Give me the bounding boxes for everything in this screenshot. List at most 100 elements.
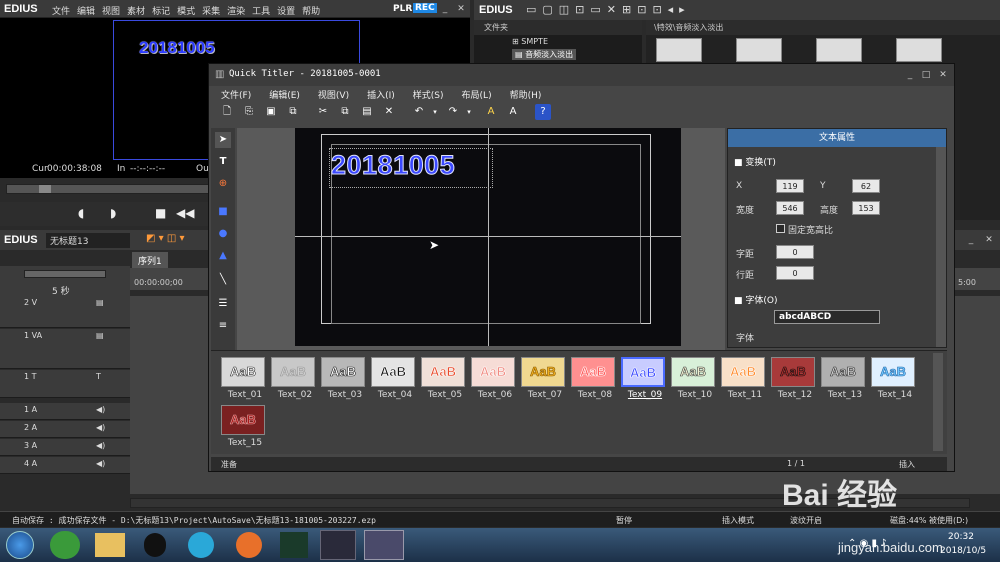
- qt-maximize-icon[interactable]: □: [919, 69, 933, 81]
- style-preset[interactable]: AaB Text_05: [421, 357, 469, 403]
- style-preset[interactable]: AaB Text_09: [621, 357, 669, 403]
- menu-item[interactable]: 编辑: [77, 7, 95, 17]
- style-preset[interactable]: AaB Text_04: [371, 357, 419, 403]
- style-preset[interactable]: AaB Text_12: [771, 357, 819, 403]
- clock-date[interactable]: 2018/10/5: [940, 546, 986, 556]
- style-preset[interactable]: AaB Text_07: [521, 357, 569, 403]
- width-field[interactable]: 546: [776, 201, 804, 215]
- style-preset[interactable]: AaB Text_03: [321, 357, 369, 403]
- undo-dropdown-icon[interactable]: ▾: [427, 104, 443, 120]
- collapse-icon[interactable]: ■: [734, 158, 745, 168]
- qt-menu-item[interactable]: 文件(F): [221, 91, 251, 101]
- line-spacing-field[interactable]: 0: [776, 266, 814, 280]
- menu-item[interactable]: 视图: [102, 7, 120, 17]
- speaker-icon[interactable]: ◀): [96, 405, 105, 414]
- select-tool-icon[interactable]: ➤: [215, 132, 231, 148]
- track-header[interactable]: 2 V ▤: [0, 296, 130, 328]
- zoom-slider[interactable]: [24, 270, 106, 278]
- taskbar-app-recorder[interactable]: [320, 530, 356, 560]
- font-section[interactable]: ■ 字体(O): [734, 293, 777, 306]
- collapse-icon[interactable]: ■: [734, 296, 745, 306]
- taskbar-app-360[interactable]: [50, 531, 80, 559]
- menu-item[interactable]: 文件: [52, 7, 70, 17]
- timeline-close[interactable]: ✕: [982, 234, 996, 246]
- new-icon[interactable]: 🗋: [219, 104, 235, 120]
- tree-item-audio-fade[interactable]: ▤ 音频淡入淡出: [512, 49, 577, 60]
- speaker-icon[interactable]: ◀): [96, 441, 105, 450]
- fixed-ratio-checkbox[interactable]: [776, 224, 785, 233]
- font-preview[interactable]: abcdABCD: [774, 310, 880, 324]
- clock-time[interactable]: 20:32: [948, 532, 974, 542]
- effect-thumb[interactable]: [896, 38, 942, 62]
- style-preset[interactable]: AaB Text_10: [671, 357, 719, 403]
- qt-menu-item[interactable]: 编辑(E): [269, 91, 300, 101]
- timeline-minimize[interactable]: _: [964, 234, 978, 246]
- save-icon[interactable]: ▣: [263, 104, 279, 120]
- undo-icon[interactable]: ↶: [411, 104, 427, 120]
- qt-menu-item[interactable]: 插入(I): [367, 91, 395, 101]
- speaker-icon[interactable]: ◀): [96, 423, 105, 432]
- track-header[interactable]: 1 T T: [0, 370, 130, 398]
- style-preset[interactable]: AaB Text_13: [821, 357, 869, 403]
- bin-toolbar-icons[interactable]: ▭▢◫⊡▭✕⊞⊡⊡◂▸: [526, 3, 691, 16]
- mark-in-icon[interactable]: ◖: [78, 206, 84, 220]
- track-header[interactable]: 3 A ◀): [0, 439, 130, 456]
- qt-minimize-icon[interactable]: _: [903, 69, 917, 81]
- qt-menu-item[interactable]: 布局(L): [462, 91, 492, 101]
- scrub-handle[interactable]: [39, 185, 51, 193]
- height-field[interactable]: 153: [852, 201, 880, 215]
- transform-section[interactable]: ■ 变换(T): [734, 155, 776, 168]
- delete-icon[interactable]: ✕: [381, 104, 397, 120]
- menu-item[interactable]: 设置: [277, 7, 295, 17]
- effect-thumb[interactable]: [736, 38, 782, 62]
- open-icon[interactable]: ⎘: [241, 104, 257, 120]
- timeline-tools[interactable]: ◩ ▾ ◫ ▾: [146, 233, 184, 244]
- cut-icon[interactable]: ✂: [315, 104, 331, 120]
- taskbar-app-titler[interactable]: [364, 530, 404, 560]
- menu-item[interactable]: 素材: [127, 7, 145, 17]
- distribute-icon[interactable]: ≡: [215, 318, 231, 334]
- add-style-icon[interactable]: A: [483, 104, 499, 120]
- monitor-icon[interactable]: ▤: [96, 298, 104, 307]
- style-settings-icon[interactable]: A: [505, 104, 521, 120]
- taskbar-app-explorer[interactable]: [95, 533, 125, 557]
- track-header[interactable]: 4 A ◀): [0, 457, 130, 474]
- redo-icon[interactable]: ↷: [445, 104, 461, 120]
- style-preset[interactable]: AaB Text_15: [221, 405, 269, 451]
- sequence-tab[interactable]: 序列1: [132, 252, 168, 269]
- tree-item-smpte[interactable]: ⊞ SMPTE: [512, 37, 548, 46]
- expand-icon[interactable]: ⊞: [512, 37, 521, 46]
- plr-badge[interactable]: PLR: [393, 4, 412, 14]
- redo-dropdown-icon[interactable]: ▾: [461, 104, 477, 120]
- taskbar-app-firefox[interactable]: [236, 532, 262, 558]
- mark-out-icon[interactable]: ◗: [110, 206, 116, 220]
- speaker-icon[interactable]: ◀): [96, 459, 105, 468]
- track-header[interactable]: 1 VA ▤: [0, 329, 130, 369]
- ripple-mode[interactable]: 波纹开启: [790, 515, 822, 526]
- copy-icon[interactable]: ⧉: [337, 104, 353, 120]
- taskbar-app-player[interactable]: [188, 532, 214, 558]
- canvas-title-text[interactable]: 20181005: [330, 150, 455, 181]
- minimize-icon[interactable]: _: [438, 3, 452, 15]
- style-preset[interactable]: AaB Text_11: [721, 357, 769, 403]
- style-preset[interactable]: AaB Text_02: [271, 357, 319, 403]
- style-preset[interactable]: AaB Text_06: [471, 357, 519, 403]
- track-header[interactable]: 2 A ◀): [0, 421, 130, 438]
- track-header[interactable]: 1 A ◀): [0, 403, 130, 420]
- menu-item[interactable]: 渲染: [227, 7, 245, 17]
- text-tool-icon[interactable]: T: [215, 154, 231, 170]
- ellipse-tool-icon[interactable]: ●: [215, 226, 231, 242]
- rec-badge[interactable]: REC: [413, 3, 437, 13]
- taskbar-app-edius[interactable]: [280, 532, 308, 558]
- help-icon[interactable]: ?: [535, 104, 551, 120]
- menu-item[interactable]: 模式: [177, 7, 195, 17]
- style-preset[interactable]: AaB Text_01: [221, 357, 269, 403]
- gallery-scrollbar[interactable]: [933, 353, 943, 451]
- menu-item[interactable]: 标记: [152, 7, 170, 17]
- qt-close-icon[interactable]: ✕: [936, 69, 950, 81]
- qt-canvas[interactable]: 20181005 ➤: [295, 128, 681, 346]
- x-field[interactable]: 119: [776, 179, 804, 193]
- title-track-icon[interactable]: T: [96, 372, 101, 381]
- qt-menu-item[interactable]: 视图(V): [318, 91, 349, 101]
- triangle-tool-icon[interactable]: ▲: [215, 248, 231, 264]
